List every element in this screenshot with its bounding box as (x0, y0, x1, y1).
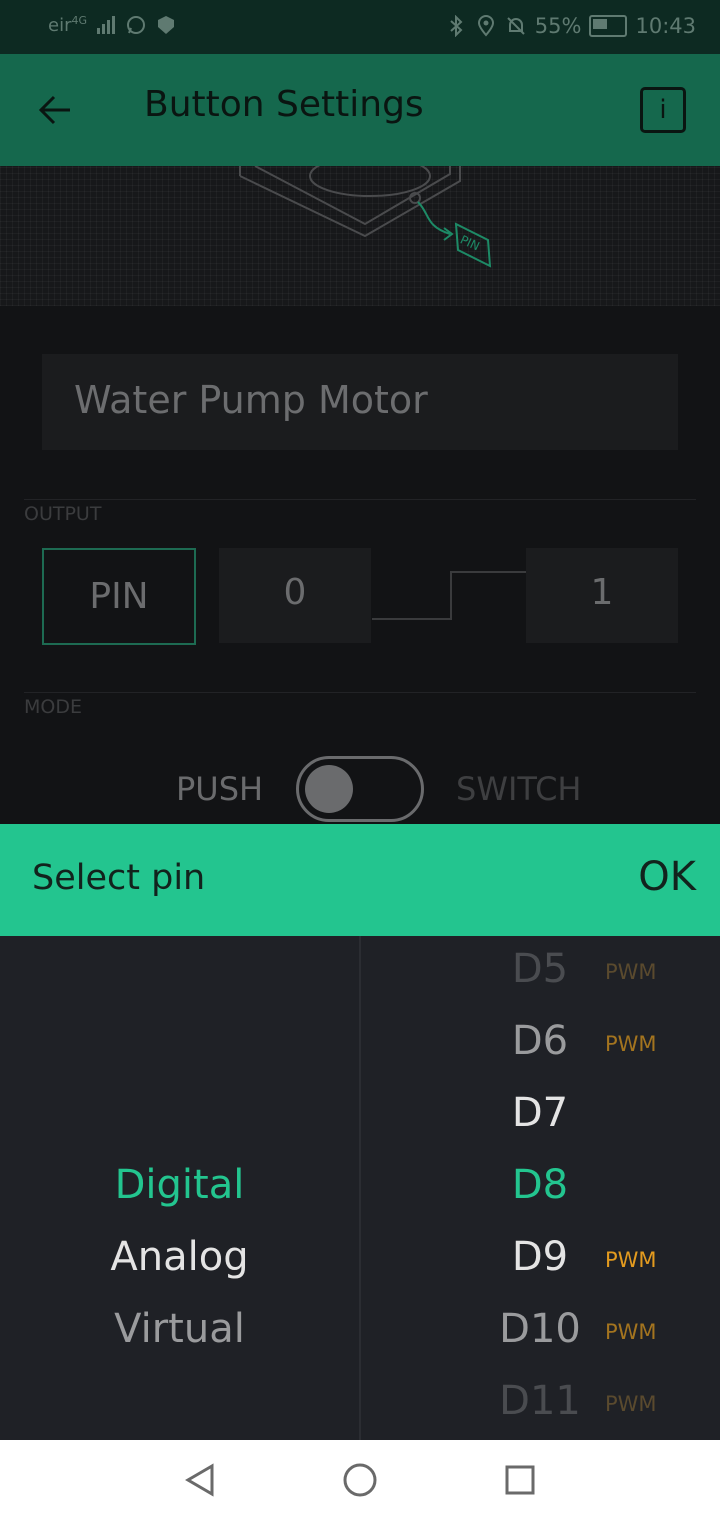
button-diagram-icon (239, 166, 492, 268)
mode-section-label: MODE (24, 696, 82, 718)
whatsapp-icon (127, 16, 146, 34)
button-illustration: PIN (0, 166, 720, 306)
widget-name-input[interactable]: Water Pump Motor (42, 354, 678, 450)
type-option-digital[interactable]: Digital (0, 1162, 359, 1208)
recents-square-icon[interactable] (500, 1460, 540, 1500)
carrier-label: eir (48, 14, 72, 36)
output-section-label: OUTPUT (24, 503, 102, 525)
info-button[interactable]: i (640, 87, 686, 133)
pwm-badge: PWM (605, 1032, 657, 1056)
app-bar: Button Settings i (0, 54, 720, 166)
picker-header: Select pin OK (0, 824, 720, 936)
picker-divider (359, 936, 361, 1440)
ok-button[interactable]: OK (638, 854, 696, 900)
status-left: eir 4G (48, 14, 177, 36)
picker-title: Select pin (32, 858, 206, 898)
push-label: PUSH (176, 770, 264, 808)
signal-icon (97, 16, 116, 34)
mode-toggle-row: PUSH SWITCH (0, 756, 720, 826)
pin-option-d7[interactable]: D7 (460, 1090, 620, 1136)
location-icon (477, 15, 494, 37)
clock: 10:43 (635, 14, 696, 38)
pwm-badge: PWM (605, 1320, 657, 1344)
settings-content: PIN Water Pump Motor OUTPUT PIN 0 1 MODE… (0, 166, 720, 824)
pin-option-d5[interactable]: D5 (460, 946, 620, 992)
network-label: 4G (71, 13, 88, 27)
system-nav-bar (0, 1440, 720, 1520)
battery-icon (589, 15, 628, 37)
pwm-badge: PWM (605, 960, 657, 984)
signal-wave-icon (372, 571, 526, 620)
pin-picker: Digital Analog Virtual D5 PWM D6 PWM D7 … (0, 936, 720, 1440)
status-bar: eir 4G 55% 10:43 (0, 0, 720, 54)
low-value-field[interactable]: 0 (219, 548, 371, 643)
switch-label: SWITCH (456, 770, 582, 808)
bluetooth-icon (450, 15, 463, 37)
pin-option-d6[interactable]: D6 (460, 1018, 620, 1064)
pin-option-d9[interactable]: D9 (460, 1234, 620, 1280)
mode-toggle[interactable] (296, 756, 424, 822)
high-value-field[interactable]: 1 (526, 548, 678, 643)
pwm-badge: PWM (605, 1248, 657, 1272)
battery-percent: 55% (534, 14, 582, 38)
shield-icon (158, 16, 175, 34)
pin-option-d8[interactable]: D8 (460, 1162, 620, 1208)
type-option-analog[interactable]: Analog (0, 1234, 359, 1280)
back-triangle-icon[interactable] (180, 1460, 220, 1500)
divider (24, 692, 696, 693)
pin-select-button[interactable]: PIN (42, 548, 196, 645)
pin-option-d10[interactable]: D10 (460, 1306, 620, 1352)
home-circle-icon[interactable] (340, 1460, 380, 1500)
widget-name-value: Water Pump Motor (74, 378, 428, 422)
page-title: Button Settings (144, 84, 424, 125)
pwm-badge: PWM (605, 1392, 657, 1416)
mute-icon (507, 17, 525, 35)
type-option-virtual[interactable]: Virtual (0, 1306, 359, 1352)
back-arrow-icon[interactable] (30, 84, 82, 136)
toggle-knob (305, 765, 353, 813)
divider (24, 499, 696, 500)
pin-option-d11[interactable]: D11 (460, 1378, 620, 1424)
status-right: 55% 10:43 (445, 14, 696, 38)
